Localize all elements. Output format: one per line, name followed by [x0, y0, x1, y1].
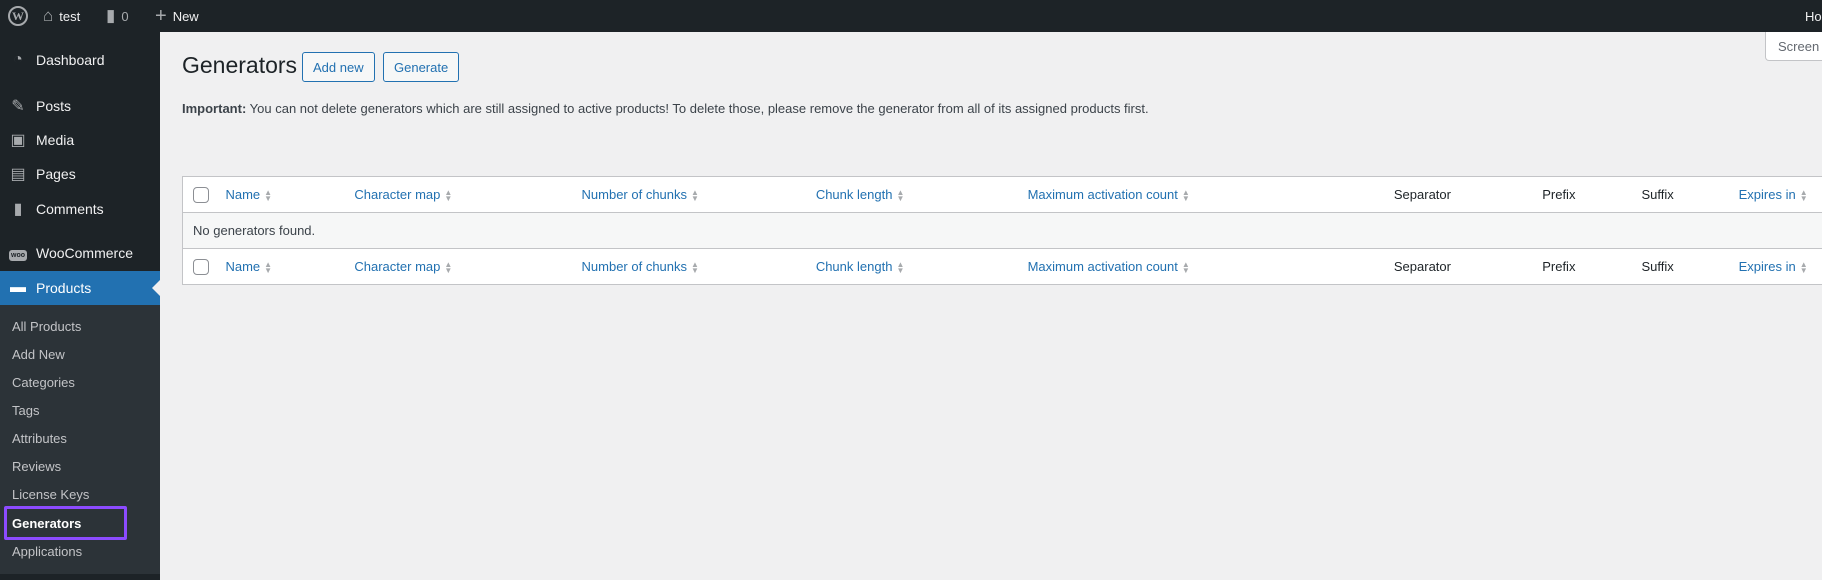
comments-link[interactable]: ▮ 0: [106, 0, 129, 32]
table-row-empty: No generators found.: [182, 212, 1822, 249]
column-label: Character map: [354, 259, 441, 274]
sidebar-item-pages[interactable]: ▤ Pages: [0, 157, 160, 191]
submenu-all-products[interactable]: All Products: [12, 319, 81, 334]
sort-arrows-icon: ▲ ▼: [1799, 187, 1808, 203]
column-name-sort[interactable]: Name ▲ ▼: [225, 187, 273, 202]
table-footer-row: Name ▲ ▼ Character map ▲ ▼ Number of chunks ▲ ▼ C…: [182, 248, 1822, 285]
plus-icon: +: [155, 4, 167, 27]
sidebar-label: Media: [36, 132, 75, 148]
column-character-map-sort[interactable]: Character map ▲ ▼: [354, 187, 453, 202]
column-name-sort[interactable]: Name ▲ ▼: [225, 259, 273, 274]
sidebar-item-media[interactable]: ▣ Media: [0, 123, 160, 157]
column-label: Name: [225, 259, 261, 274]
page-title: Generators: [182, 52, 298, 78]
sidebar-item-woocommerce[interactable]: woo WooCommerce: [0, 236, 160, 270]
sidebar-item-products[interactable]: ▬ Products: [0, 271, 160, 305]
submenu-attributes[interactable]: Attributes: [12, 431, 67, 446]
highlight-box: [4, 506, 127, 540]
column-separator: Separator: [1393, 259, 1451, 274]
howdy-label: Ho: [1805, 8, 1822, 24]
column-label: Character map: [354, 187, 441, 202]
sort-arrows-icon: ▲ ▼: [896, 187, 905, 203]
column-expires-in-sort[interactable]: Expires in ▲ ▼: [1739, 187, 1809, 202]
new-label: New: [172, 8, 199, 24]
sort-arrows-icon: ▲ ▼: [896, 259, 905, 275]
comment-icon: ▮: [13, 201, 23, 218]
wordpress-logo-icon[interactable]: W: [8, 0, 28, 32]
woo-icon: woo: [9, 250, 27, 261]
sort-arrows-icon: ▲ ▼: [264, 259, 273, 275]
sidebar-label: WooCommerce: [36, 245, 133, 261]
table-header-row: Name ▲ ▼ Character map ▲ ▼ Number of chunks ▲ ▼ C…: [182, 177, 1822, 213]
generators-table: Name ▲ ▼ Character map ▲ ▼ Number of chunks ▲ ▼ C…: [182, 176, 1822, 285]
sort-arrows-icon: ▲ ▼: [691, 259, 699, 275]
submenu-reviews[interactable]: Reviews: [12, 459, 61, 474]
pin-icon: ✎: [11, 98, 25, 115]
site-name: test: [59, 8, 81, 24]
sidebar-label: Posts: [36, 98, 72, 114]
comment-count: 0: [121, 8, 129, 24]
submenu-license-keys[interactable]: License Keys: [12, 487, 89, 502]
column-prefix: Prefix: [1542, 259, 1576, 274]
pages-icon: ▤: [10, 166, 26, 183]
column-label: Maximum activation count: [1027, 259, 1178, 274]
add-new-button[interactable]: Add new: [302, 52, 375, 82]
column-separator: Separator: [1393, 187, 1451, 202]
sidebar-item-posts[interactable]: ✎ Posts: [0, 89, 160, 123]
sort-arrows-icon: ▲ ▼: [1181, 187, 1190, 203]
column-number-of-chunks-sort[interactable]: Number of chunks ▲ ▼: [582, 259, 701, 274]
generate-button[interactable]: Generate: [383, 52, 460, 82]
column-maximum-activation-count-sort[interactable]: Maximum activation count ▲ ▼: [1028, 259, 1191, 274]
column-suffix: Suffix: [1641, 187, 1674, 202]
empty-message: No generators found.: [182, 212, 1822, 249]
sort-arrows-icon: ▲ ▼: [1181, 259, 1190, 275]
column-expires-in-sort[interactable]: Expires in ▲ ▼: [1739, 259, 1809, 274]
dashboard-icon: ◔: [13, 51, 23, 68]
sort-arrows-icon: ▲ ▼: [264, 187, 273, 203]
select-all-checkbox[interactable]: [193, 258, 209, 275]
column-character-map-sort[interactable]: Character map ▲ ▼: [354, 259, 453, 274]
column-label: Expires in: [1738, 259, 1796, 274]
column-label: Chunk length: [815, 187, 893, 202]
comment-icon: ▮: [106, 6, 116, 25]
sort-arrows-icon: ▲ ▼: [444, 187, 453, 203]
column-chunk-length-sort[interactable]: Chunk length ▲ ▼: [816, 187, 906, 202]
column-suffix: Suffix: [1641, 259, 1674, 274]
notice-label: Important:: [182, 101, 247, 116]
new-content-link[interactable]: + New: [155, 0, 199, 32]
important-notice: Important: You can not delete generators…: [182, 101, 1149, 116]
submenu-tags[interactable]: Tags: [12, 403, 39, 418]
sidebar-label: Pages: [36, 166, 76, 182]
sort-arrows-icon: ▲ ▼: [691, 187, 699, 203]
submenu-applications[interactable]: Applications: [12, 544, 82, 559]
sidebar-label: Products: [36, 280, 92, 296]
column-label: Number of chunks: [581, 187, 688, 202]
submenu-categories[interactable]: Categories: [12, 375, 75, 390]
sort-arrows-icon: ▲ ▼: [1799, 259, 1808, 275]
sidebar-label: Comments: [36, 201, 104, 217]
column-chunk-length-sort[interactable]: Chunk length ▲ ▼: [816, 259, 906, 274]
column-maximum-activation-count-sort[interactable]: Maximum activation count ▲ ▼: [1028, 187, 1191, 202]
archive-icon: ▬: [10, 279, 26, 296]
column-prefix: Prefix: [1542, 187, 1576, 202]
submenu-add-new[interactable]: Add New: [12, 347, 65, 362]
column-number-of-chunks-sort[interactable]: Number of chunks ▲ ▼: [582, 187, 701, 202]
column-label: Name: [225, 187, 261, 202]
home-icon: ⌂: [43, 6, 54, 25]
sort-arrows-icon: ▲ ▼: [444, 259, 453, 275]
column-label: Expires in: [1738, 187, 1796, 202]
sidebar-item-comments[interactable]: ▮ Comments: [0, 192, 160, 226]
site-name-link[interactable]: ⌂ test: [43, 0, 80, 32]
admin-bar: W ⌂ test ▮ 0 + New Ho: [0, 0, 1822, 32]
column-label: Maximum activation count: [1027, 187, 1178, 202]
notice-text: You can not delete generators which are …: [246, 101, 1149, 116]
column-label: Number of chunks: [581, 259, 688, 274]
sidebar-item-dashboard[interactable]: ◔ Dashboard: [0, 43, 160, 77]
select-all-checkbox[interactable]: [193, 186, 209, 203]
column-label: Chunk length: [815, 259, 893, 274]
howdy-account-link[interactable]: Ho: [1805, 0, 1822, 32]
sidebar-label: Dashboard: [36, 52, 105, 68]
media-icon: ▣: [10, 132, 26, 149]
screen-options-button[interactable]: Screen: [1765, 32, 1822, 61]
